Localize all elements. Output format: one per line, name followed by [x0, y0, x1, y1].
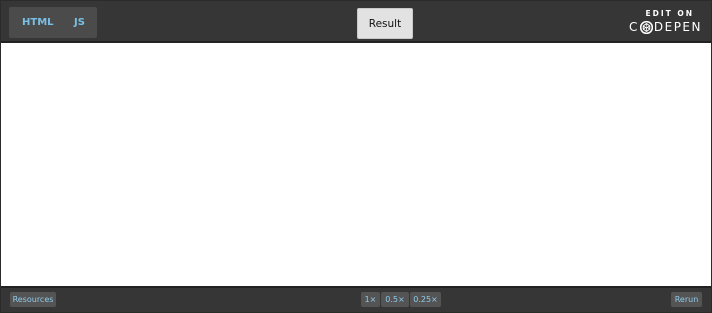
tab-js[interactable]: JS — [74, 17, 85, 28]
edit-on-label: EDIT ON — [645, 9, 694, 18]
zoom-0-25x-button[interactable]: 0.25× — [410, 292, 441, 307]
tab-html[interactable]: HTML — [22, 17, 54, 28]
zoom-1x-button[interactable]: 1× — [361, 292, 380, 307]
embed-header: HTML JS Result EDIT ON C DEPEN — [1, 1, 711, 43]
codepen-cube-icon — [639, 20, 653, 34]
tab-result[interactable]: Result — [357, 8, 413, 39]
codepen-brand-end: DEPEN — [653, 20, 702, 34]
editor-tabs: HTML JS — [9, 7, 97, 38]
zoom-controls: 1× 0.5× 0.25× — [361, 292, 441, 307]
codepen-logo: C DEPEN — [629, 20, 702, 34]
codepen-brand-start: C — [628, 20, 639, 34]
codepen-embed: HTML JS Result EDIT ON C DEPEN Resources… — [0, 0, 712, 313]
resources-button[interactable]: Resources — [10, 292, 56, 307]
rerun-button[interactable]: Rerun — [671, 292, 702, 307]
result-preview — [1, 43, 711, 286]
embed-footer: Resources 1× 0.5× 0.25× Rerun — [1, 286, 711, 312]
zoom-0-5x-button[interactable]: 0.5× — [381, 292, 409, 307]
edit-on-codepen-link[interactable]: EDIT ON C DEPEN — [624, 8, 702, 36]
